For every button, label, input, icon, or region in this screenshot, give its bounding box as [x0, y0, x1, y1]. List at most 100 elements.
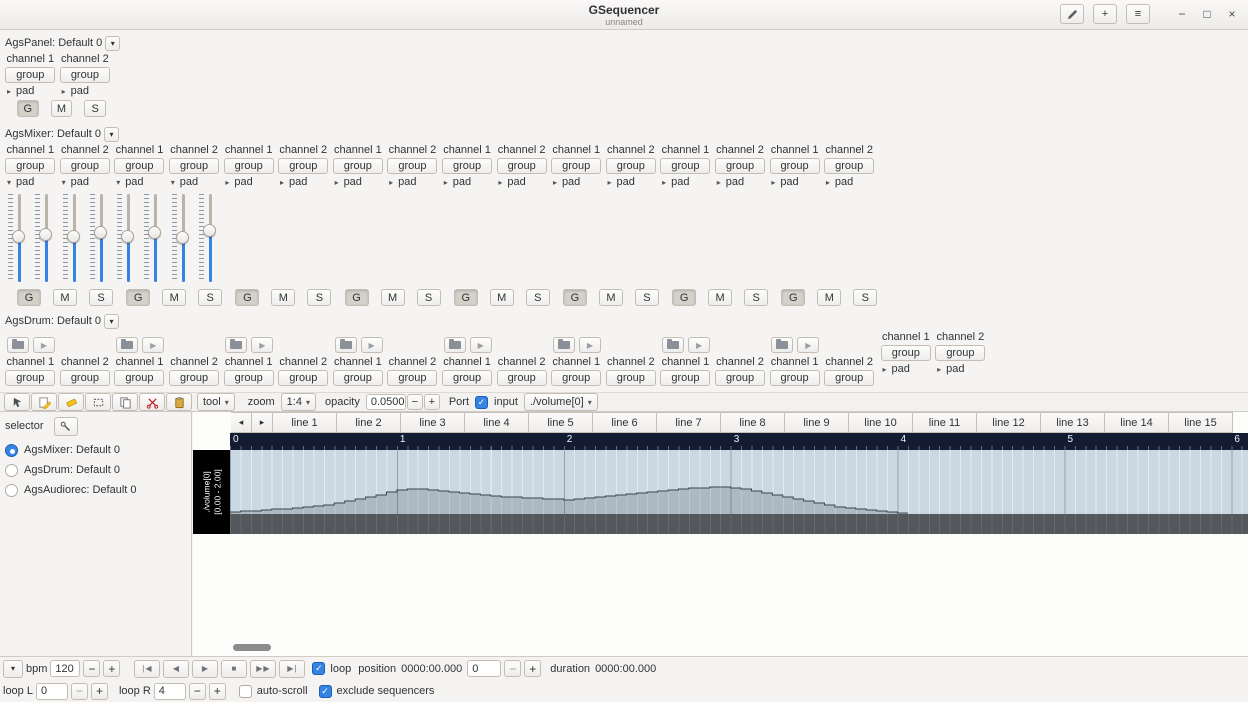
line-tab[interactable]: line 12: [976, 412, 1041, 433]
m-toggle-button[interactable]: M: [53, 289, 77, 306]
pad-expander[interactable]: ▸ pad: [58, 84, 113, 99]
line-tab[interactable]: line 11: [912, 412, 977, 433]
selector-item[interactable]: AgsDrum: Default 0: [0, 460, 191, 480]
group-button[interactable]: group: [769, 158, 820, 174]
volume-slider[interactable]: [115, 192, 137, 284]
group-button[interactable]: group: [5, 67, 56, 83]
pad-expander[interactable]: ▸ pad: [331, 175, 386, 190]
group-button[interactable]: group: [551, 370, 602, 386]
counter-decrement-button[interactable]: −: [504, 660, 522, 677]
group-button[interactable]: group: [605, 370, 656, 386]
group-button[interactable]: group: [5, 158, 56, 174]
m-toggle-button[interactable]: M: [708, 289, 733, 306]
input-checkbox[interactable]: ✓: [475, 395, 489, 409]
group-button[interactable]: group: [769, 370, 820, 386]
pad-play-button[interactable]: ▶: [251, 337, 274, 353]
add-machine-button[interactable]: +: [1093, 4, 1117, 24]
pad-expander[interactable]: ▸ pad: [221, 175, 276, 190]
group-button[interactable]: group: [169, 158, 220, 174]
pad-expander[interactable]: ▸ pad: [658, 175, 713, 190]
slider-knob[interactable]: [93, 226, 107, 239]
loop-right-input[interactable]: 4: [153, 682, 186, 700]
s-toggle-button[interactable]: S: [307, 289, 332, 306]
s-toggle-button[interactable]: S: [89, 289, 113, 306]
s-toggle-button[interactable]: S: [744, 289, 769, 306]
group-button[interactable]: group: [824, 370, 875, 386]
machine-menu-button[interactable]: ▾: [103, 126, 119, 142]
open-button[interactable]: [662, 337, 685, 353]
pad-play-button[interactable]: ▶: [33, 337, 55, 353]
loop-checkbox[interactable]: ✓: [312, 662, 326, 675]
group-button[interactable]: group: [223, 158, 274, 174]
group-button[interactable]: group: [278, 158, 329, 174]
group-button[interactable]: group: [114, 370, 165, 386]
pad-expander[interactable]: ▾ pad: [58, 175, 113, 190]
g-toggle-button[interactable]: G: [17, 289, 41, 306]
line-tab[interactable]: line 5: [528, 412, 593, 433]
loop-right-decrement-button[interactable]: −: [188, 682, 206, 700]
pad-expander[interactable]: ▸ pad: [276, 175, 331, 190]
group-button[interactable]: group: [442, 370, 493, 386]
open-button[interactable]: [225, 337, 248, 353]
group-button[interactable]: group: [660, 158, 711, 174]
line-tab[interactable]: line 2: [336, 412, 401, 433]
position-counter-input[interactable]: 0: [467, 660, 502, 677]
pad-play-button[interactable]: ▶: [797, 337, 820, 353]
position-tool-button[interactable]: [4, 393, 30, 411]
g-toggle-button[interactable]: G: [672, 289, 697, 306]
open-button[interactable]: [552, 337, 575, 353]
slider-knob[interactable]: [121, 230, 135, 243]
line-tab[interactable]: line 1: [272, 412, 337, 433]
group-button[interactable]: group: [715, 158, 766, 174]
volume-slider[interactable]: [197, 192, 219, 284]
bpm-decrement-button[interactable]: −: [83, 660, 101, 677]
slider-knob[interactable]: [66, 230, 80, 243]
open-button[interactable]: [116, 337, 139, 353]
pad-expander[interactable]: ▸ pad: [604, 175, 659, 190]
group-button[interactable]: group: [442, 158, 493, 174]
m-toggle-button[interactable]: M: [598, 289, 623, 306]
slider-knob[interactable]: [39, 228, 52, 241]
group-button[interactable]: group: [332, 158, 383, 174]
pad-play-button[interactable]: ▶: [578, 337, 601, 353]
g-toggle-button[interactable]: G: [453, 289, 478, 306]
pad-play-button[interactable]: ▶: [142, 337, 165, 353]
radio-button[interactable]: [5, 443, 18, 457]
pad-expander[interactable]: ▸ pad: [494, 175, 549, 190]
line-tab[interactable]: line 8: [720, 412, 785, 433]
m-toggle-button[interactable]: M: [817, 289, 842, 306]
group-button[interactable]: group: [880, 345, 931, 361]
line-tab[interactable]: line 14: [1104, 412, 1169, 433]
open-button[interactable]: [334, 337, 357, 353]
backward-button[interactable]: ◀: [163, 659, 190, 678]
select-tool-button[interactable]: [85, 393, 111, 411]
s-toggle-button[interactable]: S: [853, 289, 878, 306]
m-toggle-button[interactable]: M: [489, 289, 514, 306]
open-button[interactable]: [443, 337, 466, 353]
opacity-decrement-button[interactable]: −: [406, 394, 423, 410]
pad-expander[interactable]: ▸ pad: [822, 175, 877, 190]
pad-play-button[interactable]: ▶: [360, 337, 383, 353]
group-button[interactable]: group: [59, 158, 110, 174]
automation-canvas[interactable]: [230, 450, 1248, 534]
group-button[interactable]: group: [332, 370, 383, 386]
s-toggle-button[interactable]: S: [84, 100, 107, 117]
edit-file-button[interactable]: [1060, 4, 1084, 24]
s-toggle-button[interactable]: S: [634, 289, 659, 306]
group-button[interactable]: group: [223, 370, 274, 386]
group-button[interactable]: group: [5, 370, 56, 386]
pad-expander[interactable]: ▸ pad: [440, 175, 495, 190]
m-toggle-button[interactable]: M: [50, 100, 73, 117]
g-toggle-button[interactable]: G: [562, 289, 587, 306]
g-toggle-button[interactable]: G: [781, 289, 806, 306]
line-tab[interactable]: line 9: [784, 412, 849, 433]
maximize-button[interactable]: □: [1199, 7, 1215, 21]
volume-slider[interactable]: [6, 192, 28, 284]
m-toggle-button[interactable]: M: [380, 289, 405, 306]
scrollbar-thumb[interactable]: [233, 644, 271, 651]
selector-tools-button[interactable]: [53, 416, 78, 436]
group-button[interactable]: group: [59, 67, 110, 83]
horizontal-scrollbar[interactable]: [231, 644, 1244, 652]
port-dropdown[interactable]: ./volume[0] ▾: [523, 393, 598, 411]
pad-expander[interactable]: ▸ pad: [933, 362, 988, 377]
